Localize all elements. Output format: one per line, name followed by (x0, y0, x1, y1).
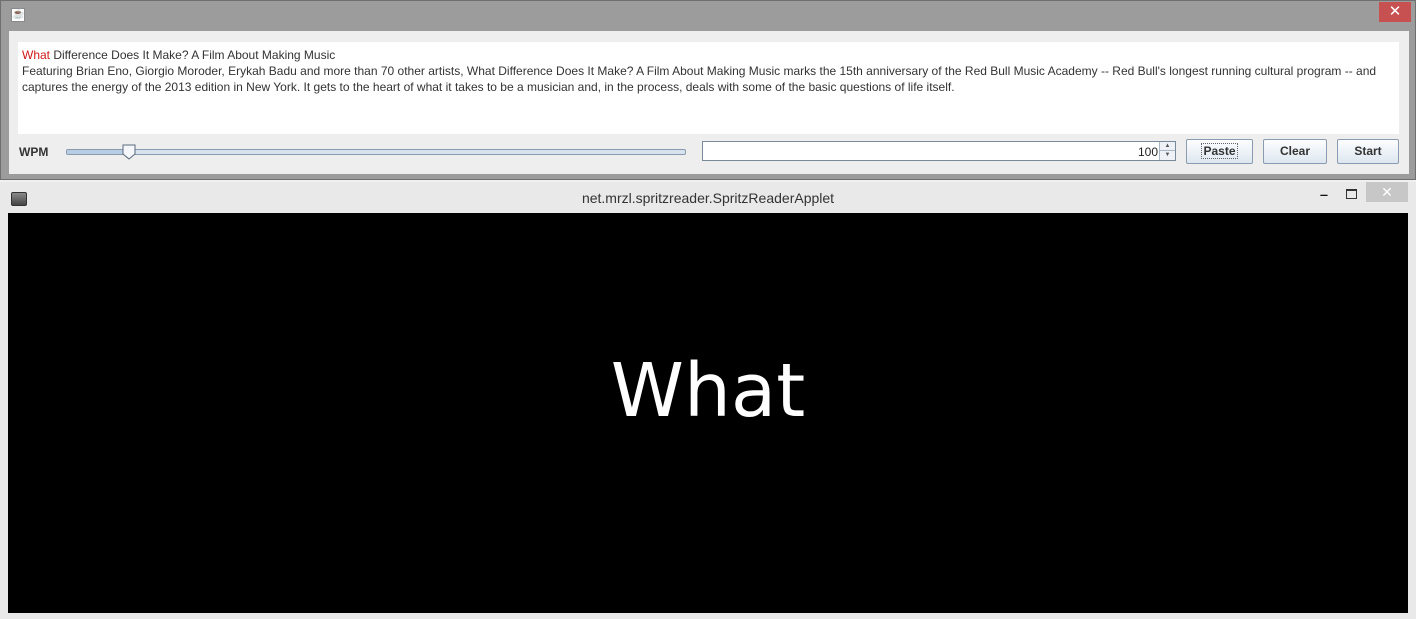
paste-button[interactable]: Paste (1186, 139, 1253, 164)
spinner-up-button[interactable]: ▲ (1160, 142, 1175, 151)
slider-thumb-icon (122, 144, 136, 160)
clear-button[interactable]: Clear (1263, 139, 1327, 164)
spinner-buttons: ▲ ▼ (1159, 142, 1175, 160)
wpm-slider-thumb[interactable] (122, 144, 136, 160)
maximize-icon (1346, 189, 1357, 199)
wpm-slider-fill (67, 150, 129, 154)
editor-window-body: What Difference Does It Make? A Film Abo… (9, 31, 1409, 174)
current-word-display: What (610, 348, 806, 434)
start-button[interactable]: Start (1337, 139, 1399, 164)
editor-window-titlebar[interactable]: ☕ ✕ (1, 1, 1415, 29)
text-body: Featuring Brian Eno, Giorgio Moroder, Er… (22, 64, 1377, 94)
close-button[interactable]: ✕ (1379, 2, 1411, 22)
spritz-canvas: What (8, 213, 1408, 613)
text-title-line: What Difference Does It Make? A Film Abo… (22, 47, 1395, 63)
editor-window: ☕ ✕ What Difference Does It Make? A Film… (0, 0, 1416, 180)
paste-button-label: Paste (1201, 143, 1238, 159)
wpm-spinner-value[interactable]: 100 (1138, 145, 1158, 159)
wpm-spinner[interactable]: 100 ▲ ▼ (702, 141, 1176, 161)
applet-window-title: net.mrzl.spritzreader.SpritzReaderApplet (581, 190, 835, 206)
applet-window-titlebar[interactable]: net.mrzl.spritzreader.SpritzReaderApplet… (0, 182, 1416, 213)
close-icon: ✕ (1381, 184, 1393, 200)
current-word-highlight: What (22, 48, 51, 62)
applet-close-button[interactable]: ✕ (1366, 182, 1408, 202)
text-title-rest: Difference Does It Make? A Film About Ma… (50, 48, 336, 62)
source-text-area[interactable]: What Difference Does It Make? A Film Abo… (18, 42, 1399, 134)
java-icon[interactable]: ☕ (11, 8, 25, 22)
applet-window: net.mrzl.spritzreader.SpritzReaderApplet… (0, 182, 1416, 619)
maximize-button[interactable] (1340, 186, 1362, 204)
wpm-label: WPM (19, 145, 49, 159)
close-icon: ✕ (1388, 3, 1402, 20)
minimize-button[interactable]: ‒ (1313, 186, 1335, 204)
wpm-slider[interactable] (66, 144, 686, 160)
spinner-down-button[interactable]: ▼ (1160, 151, 1175, 160)
minimize-icon: ‒ (1320, 187, 1328, 202)
